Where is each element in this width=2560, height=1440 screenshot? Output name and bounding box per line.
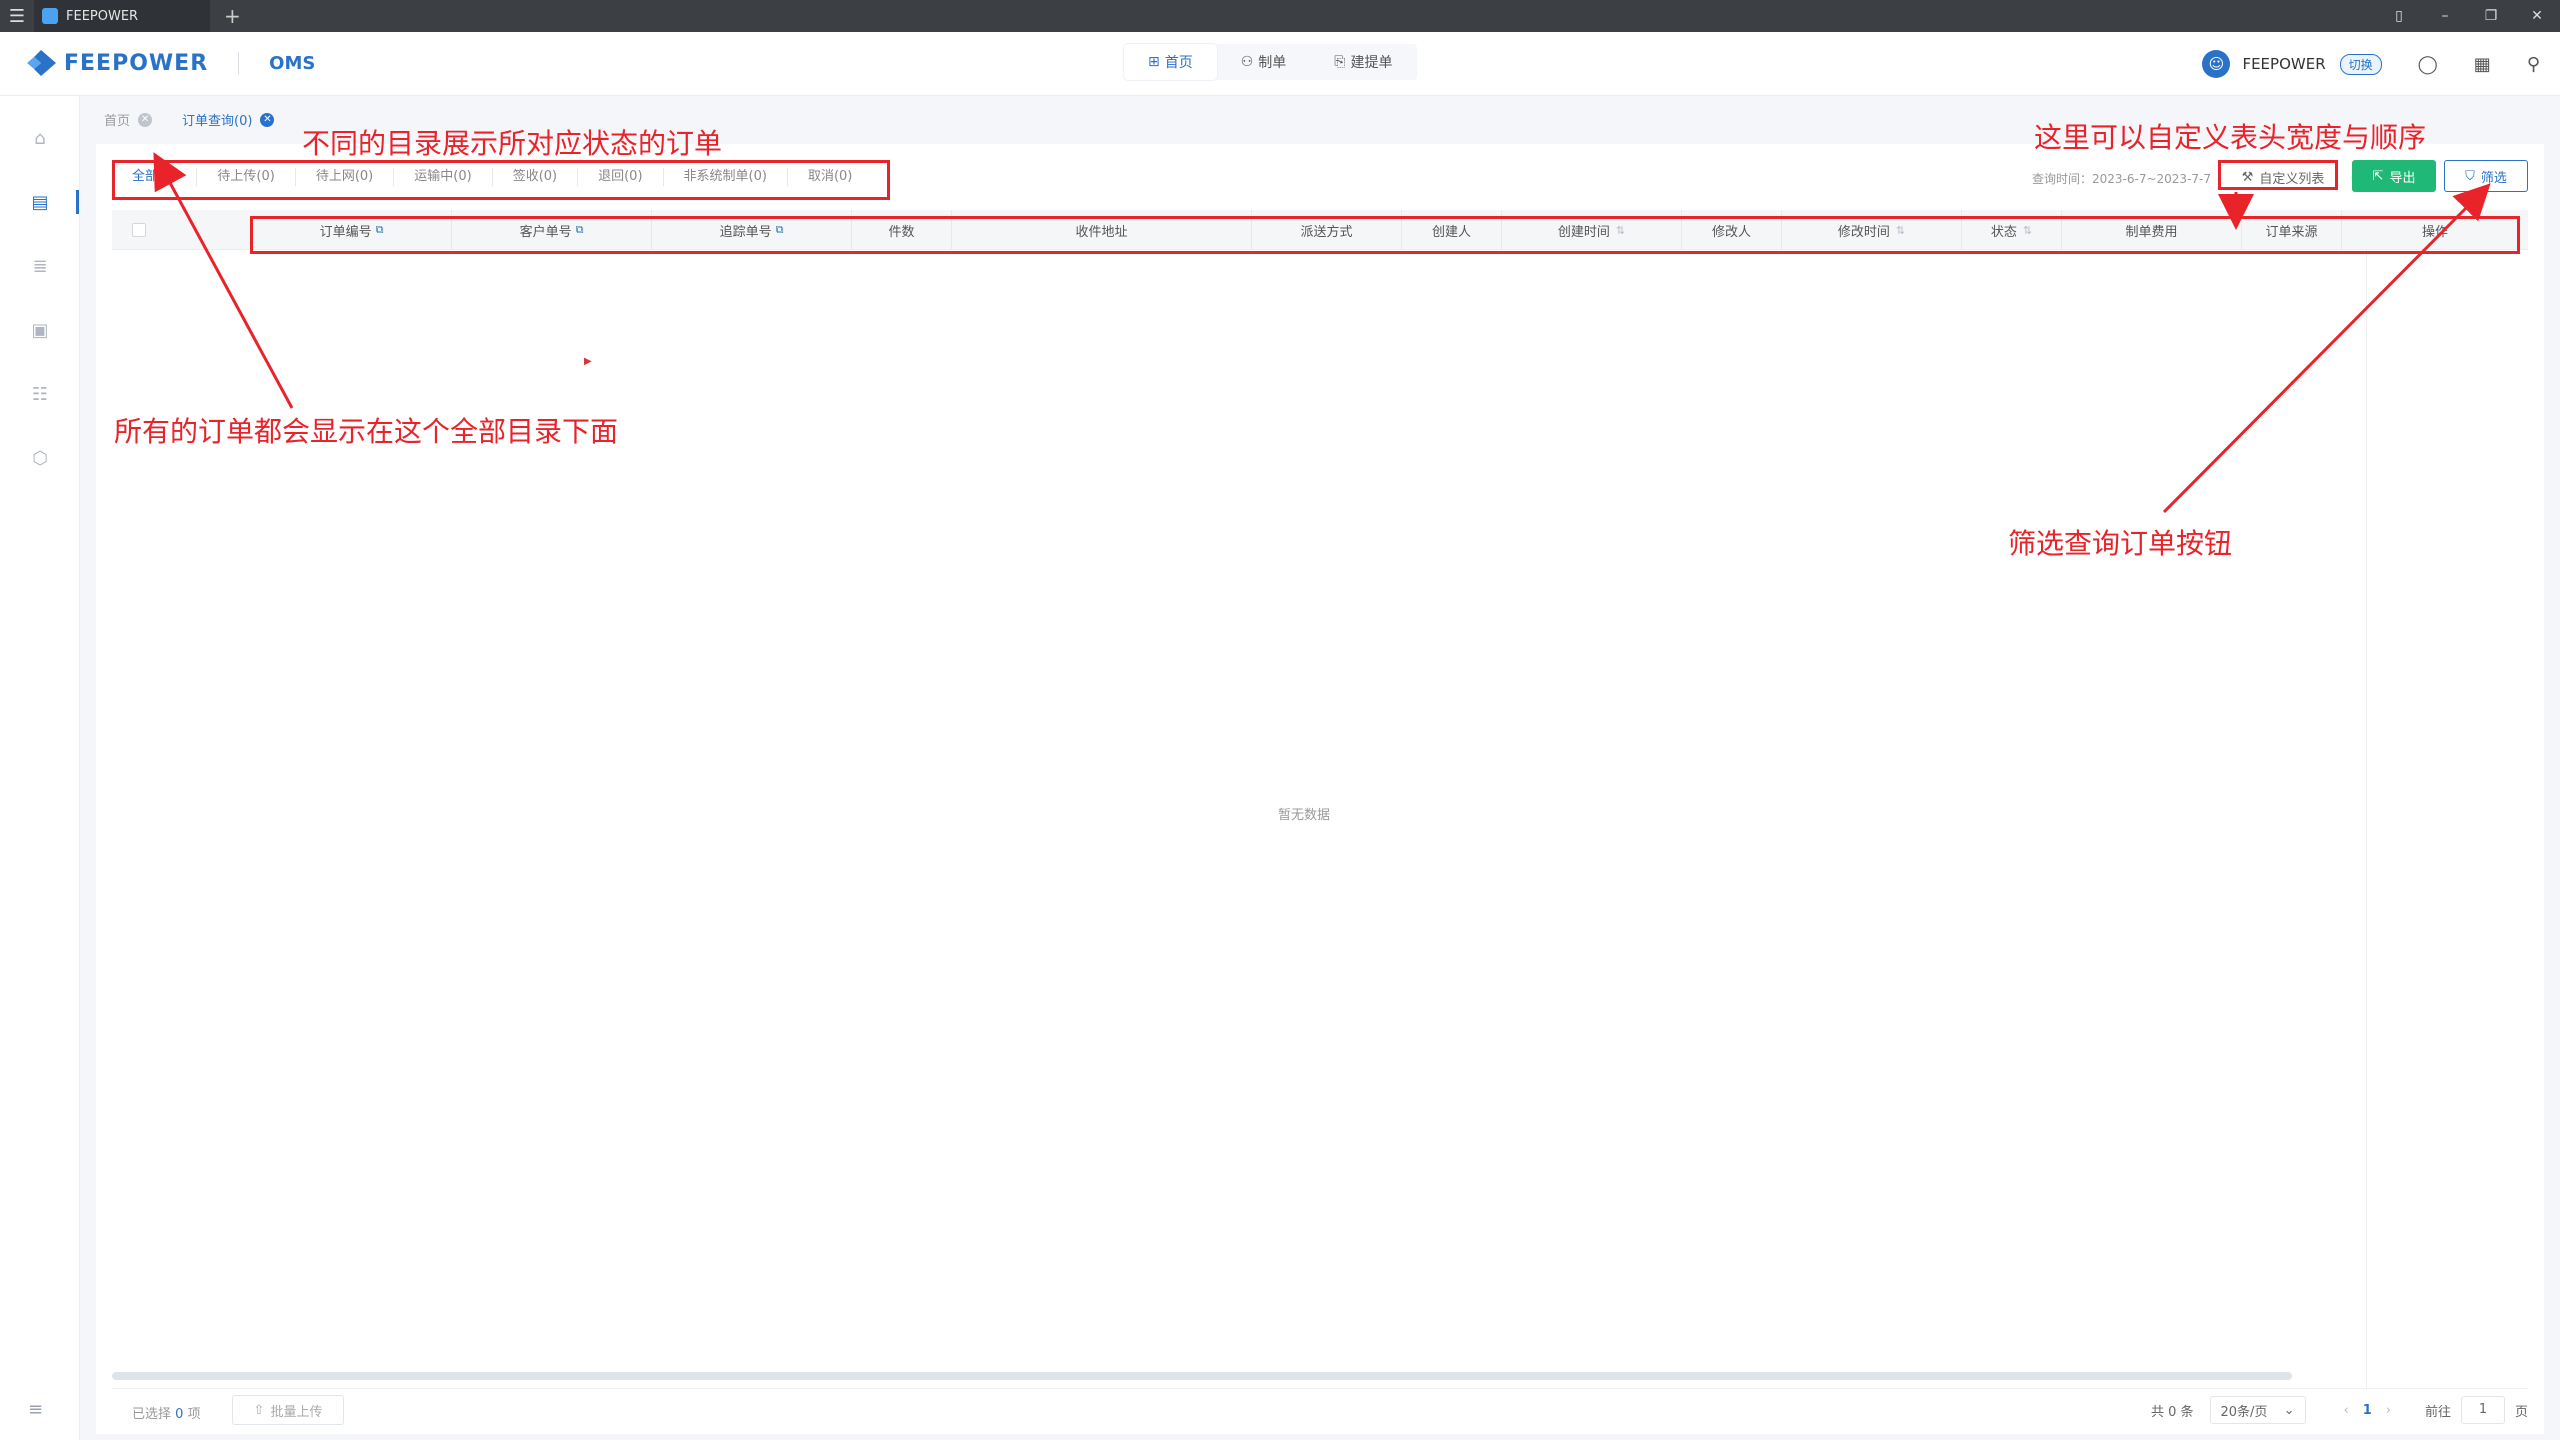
- chevron-down-icon: ⌄: [2283, 1402, 2295, 1418]
- hamburger-menu-icon[interactable]: ☰: [0, 0, 34, 32]
- restore-icon[interactable]: ❐: [2468, 0, 2514, 32]
- next-page-icon[interactable]: ›: [2386, 1403, 2391, 1418]
- selected-number: 0: [175, 1407, 184, 1422]
- annotation-all-note: 所有的订单都会显示在这个全部目录下面: [114, 415, 619, 448]
- list-doc-icon[interactable]: ≣: [28, 254, 52, 278]
- browser-tab[interactable]: FEEPOWER: [34, 0, 210, 32]
- caret-right-icon: ▶: [584, 356, 592, 367]
- window-titlebar: ☰ FEEPOWER + ▯ – ❐ ✕: [0, 0, 2560, 32]
- page-tab-home-label: 首页: [104, 114, 131, 129]
- upload-icon: ⇧: [253, 1402, 265, 1418]
- total-count: 共 0 条: [2150, 1404, 2194, 1420]
- query-time-range: 查询时间：2023-6-7~2023-7-7: [2032, 172, 2211, 186]
- switch-account-button[interactable]: 切换: [2339, 53, 2382, 75]
- collapse-menu-icon[interactable]: ≡: [28, 1399, 43, 1420]
- page-size-select[interactable]: 20条/页 ⌄: [2209, 1396, 2306, 1424]
- annotation-columns-note: 这里可以自定义表头宽度与顺序: [2034, 121, 2427, 154]
- page-suffix: 页: [2514, 1404, 2528, 1420]
- user-doc-icon: ⚇: [1240, 54, 1254, 70]
- home-icon[interactable]: ⌂: [28, 126, 52, 150]
- selected-prefix: 已选择: [132, 1407, 172, 1422]
- filter-icon: ⛉: [2465, 168, 2475, 184]
- pagination: 共 0 条 20条/页 ⌄ ‹ 1 › 前往 1 页: [2151, 1395, 2528, 1425]
- page-size-value: 20条/页: [2220, 1404, 2268, 1420]
- select-all-checkbox[interactable]: [132, 223, 146, 237]
- window-controls: ▯ – ❐ ✕: [2376, 0, 2560, 32]
- horizontal-scrollbar[interactable]: [112, 1372, 2292, 1380]
- nav-create-bill-label: 建提单: [1350, 55, 1393, 71]
- nav-create-bill[interactable]: ⎘ 建提单: [1310, 44, 1416, 80]
- filter-button[interactable]: ⛉ 筛选: [2444, 160, 2528, 192]
- current-page[interactable]: 1: [2363, 1403, 2372, 1418]
- calendar-icon[interactable]: ▦: [2474, 54, 2491, 75]
- annotation-box-custom-columns: [2218, 160, 2338, 190]
- close-icon[interactable]: ✕: [2514, 0, 2560, 32]
- grid-icon: ⊞: [1148, 54, 1160, 70]
- batch-upload-button[interactable]: ⇧ 批量上传: [232, 1395, 344, 1425]
- page-tab-order-query-label: 订单查询(0): [182, 114, 253, 129]
- page-tabs: 首页 ✕ 订单查询(0) ✕: [104, 110, 304, 129]
- nav-create-order[interactable]: ⚇ 制单: [1217, 44, 1311, 80]
- close-icon[interactable]: ✕: [138, 112, 153, 127]
- nav-create-order-label: 制单: [1258, 55, 1287, 71]
- header-user-area: ☺ FEEPOWER 切换 ◯ ▦ ⚲: [2202, 50, 2540, 78]
- close-icon[interactable]: ✕: [260, 112, 275, 127]
- annotation-box-status-tabs: [112, 160, 890, 200]
- username: FEEPOWER: [2242, 55, 2326, 73]
- app-logo-icon: [42, 8, 58, 24]
- user-icon[interactable]: ⚲: [2527, 54, 2540, 75]
- export-icon: ⇱: [2372, 168, 2384, 184]
- sidebar-active-indicator: [76, 190, 79, 214]
- doc-plus-icon: ⎘: [1334, 54, 1346, 70]
- sidebar: ⌂ ▤ ≣ ▣ ☷ ⬡ ≡: [0, 96, 80, 1440]
- nav-home-label: 首页: [1164, 55, 1193, 71]
- empty-table-text: 暂无数据: [1277, 808, 1330, 823]
- table-footer: 已选择 0 项 ⇧ 批量上传 共 0 条 20条/页 ⌄ ‹ 1 › 前往 1 …: [112, 1388, 2528, 1428]
- tab-title: FEEPOWER: [66, 8, 139, 24]
- minimize-icon[interactable]: –: [2422, 0, 2468, 32]
- message-icon[interactable]: ◯: [2418, 54, 2438, 75]
- app-header: FEEPOWER OMS ⊞ 首页 ⚇ 制单 ⎘ 建提单 ☺ FEEPOWER …: [0, 32, 2560, 96]
- annotation-box-table-header: [250, 216, 2520, 254]
- goto-page-input[interactable]: 1: [2460, 1396, 2505, 1424]
- annotation-filter-note: 筛选查询订单按钮: [2008, 527, 2233, 560]
- feepower-logo-icon: [27, 50, 56, 76]
- top-navigation: ⊞ 首页 ⚇ 制单 ⎘ 建提单: [1124, 44, 1417, 80]
- order-doc-icon[interactable]: ▤: [28, 190, 52, 214]
- product-name: OMS: [269, 52, 316, 74]
- settings-hexagon-icon[interactable]: ⬡: [28, 446, 52, 470]
- new-tab-button[interactable]: +: [224, 4, 241, 28]
- page-tab-order-query[interactable]: 订单查询(0) ✕: [182, 110, 275, 129]
- filter-label: 筛选: [2480, 170, 2507, 186]
- brand: FEEPOWER OMS: [24, 48, 315, 78]
- nav-home[interactable]: ⊞ 首页: [1124, 44, 1217, 80]
- selected-suffix: 项: [187, 1407, 201, 1422]
- batch-upload-label: 批量上传: [270, 1404, 323, 1420]
- prev-page-icon[interactable]: ‹: [2344, 1403, 2349, 1418]
- export-button[interactable]: ⇱ 导出: [2352, 160, 2436, 192]
- brand-divider: [238, 52, 240, 74]
- annotation-tabs-note: 不同的目录展示所对应状态的订单: [302, 127, 723, 160]
- goto-label: 前往: [2424, 1404, 2451, 1420]
- selected-count: 已选择 0 项: [132, 1403, 201, 1422]
- avatar[interactable]: ☺: [2202, 50, 2231, 78]
- page-tab-home[interactable]: 首页 ✕: [104, 110, 153, 129]
- report-search-icon[interactable]: ☷: [28, 382, 52, 406]
- main-panel: 全部(0) 待上传(0) 待上网(0) 运输中(0) 签收(0) 退回(0) 非…: [96, 144, 2544, 1434]
- pin-icon[interactable]: ▯: [2376, 0, 2422, 32]
- brand-name: FEEPOWER: [64, 50, 209, 76]
- invoice-icon[interactable]: ▣: [28, 318, 52, 342]
- export-label: 导出: [2389, 170, 2416, 186]
